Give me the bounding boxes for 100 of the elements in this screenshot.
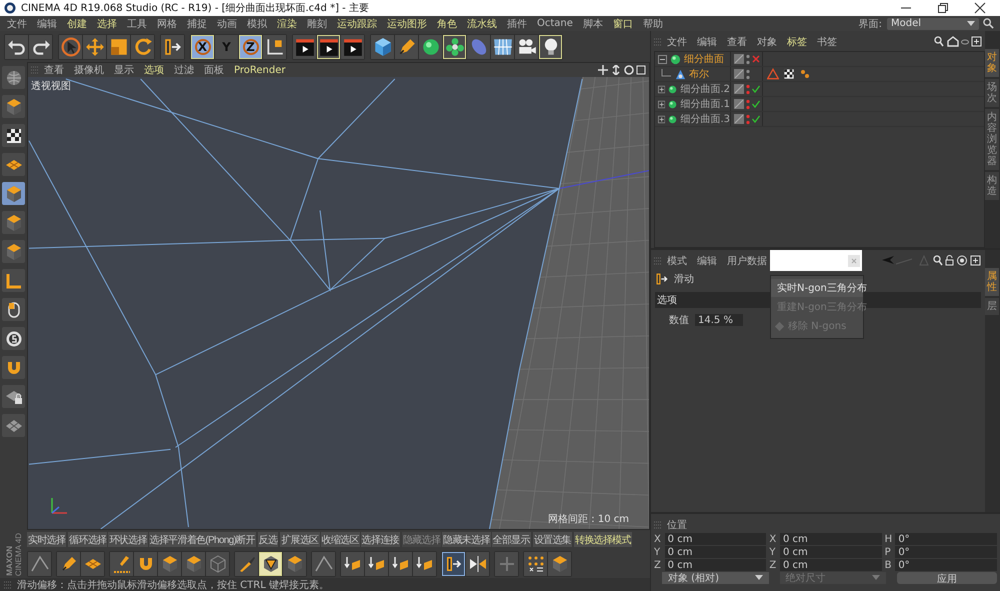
search-icon[interactable] <box>983 18 994 29</box>
tool-button[interactable] <box>57 552 80 576</box>
menu-item[interactable]: Octane <box>532 18 578 29</box>
toolbar-button[interactable] <box>341 34 364 58</box>
coordinate-field[interactable]: 0° <box>895 533 997 545</box>
coordinate-field[interactable]: 0 cm <box>780 546 882 558</box>
menu-item[interactable]: 帮助 <box>638 16 668 30</box>
toolbar-button[interactable] <box>263 34 286 58</box>
menu-item[interactable]: 标签 <box>782 34 812 48</box>
tool-button[interactable] <box>442 552 465 576</box>
tool-button[interactable] <box>548 552 571 576</box>
tool-button[interactable] <box>158 552 181 576</box>
toolbar-button[interactable]: Z <box>239 34 262 58</box>
side-tab[interactable]: 场次 <box>985 79 999 107</box>
toolbar-button[interactable] <box>371 34 394 58</box>
enabled-check-icon[interactable] <box>752 85 760 93</box>
selection-button[interactable]: 反选 <box>258 532 278 547</box>
selection-button[interactable]: 转换选择模式 <box>574 532 632 547</box>
object-name[interactable]: 细分曲面 <box>684 52 724 66</box>
coordinate-field[interactable]: 0 cm <box>664 533 766 545</box>
tool-button[interactable] <box>134 552 157 576</box>
tool-button[interactable] <box>413 552 436 576</box>
toolbar-button[interactable] <box>443 34 466 58</box>
coordinate-field[interactable]: 0 cm <box>664 546 766 558</box>
menu-item[interactable]: 角色 <box>432 16 462 30</box>
tool-button[interactable] <box>341 552 364 576</box>
coordinate-field[interactable]: 0° <box>895 559 997 571</box>
tool-button[interactable] <box>524 552 547 576</box>
coordinate-field[interactable]: 0 cm <box>780 559 882 571</box>
tool-button[interactable] <box>283 552 306 576</box>
toolbar-button[interactable] <box>317 34 340 58</box>
menu-item[interactable]: 插件 <box>502 16 532 30</box>
enabled-check-icon[interactable] <box>752 100 760 108</box>
toolbar-button[interactable] <box>107 34 130 58</box>
visibility-dots-icon[interactable] <box>746 98 750 110</box>
menu-item[interactable]: 模式 <box>662 254 692 268</box>
selection-button[interactable]: 选择连接 <box>360 532 400 547</box>
selection-button[interactable]: 设置选集 <box>532 532 572 547</box>
mode-button[interactable] <box>2 298 25 321</box>
tool-button[interactable] <box>182 552 205 576</box>
toolbar-button[interactable] <box>131 34 154 58</box>
coordinate-field[interactable]: 0° <box>895 546 997 558</box>
viewport-menu-item[interactable]: ProRender <box>229 64 290 76</box>
selection-button[interactable]: 循环选择 <box>68 532 108 547</box>
toolbar-button[interactable] <box>515 34 538 58</box>
restore-icon[interactable] <box>937 2 949 14</box>
selection-button[interactable]: 环状选择 <box>108 532 148 547</box>
menu-item[interactable]: 动画 <box>212 16 242 30</box>
coordinate-mode-dropdown[interactable]: 对象 (相对) <box>662 572 769 584</box>
viewport-menu-item[interactable]: 摄像机 <box>69 63 109 77</box>
mode-button[interactable] <box>2 327 25 350</box>
close-icon[interactable] <box>974 2 986 14</box>
tool-button[interactable] <box>389 552 412 576</box>
menu-item[interactable]: 流水线 <box>462 16 502 30</box>
selection-button[interactable]: 扩展选区 <box>280 532 320 547</box>
toolbar-button[interactable] <box>395 34 418 58</box>
selection-button[interactable]: 收缩选区 <box>320 532 360 547</box>
selection-button[interactable]: 全部显示 <box>492 532 531 547</box>
menu-item[interactable]: 查看 <box>722 34 752 48</box>
tool-button[interactable] <box>81 552 104 576</box>
value-field[interactable]: 14.5 % <box>695 314 743 326</box>
menu-item[interactable]: 渲染 <box>272 16 302 30</box>
manager-tools-icon[interactable] <box>934 36 982 47</box>
tool-button[interactable] <box>365 552 388 576</box>
tool-button[interactable] <box>466 552 489 576</box>
object-name[interactable]: 布尔 <box>689 67 709 81</box>
menu-item[interactable]: 对象 <box>752 34 782 48</box>
menu-item[interactable]: 网格 <box>152 16 182 30</box>
side-tab[interactable]: 属性 <box>985 268 999 296</box>
menu-item[interactable]: 创建 <box>62 16 92 30</box>
selection-button[interactable]: 隐藏未选择 <box>442 532 491 547</box>
viewport-menu-item[interactable]: 过滤 <box>169 63 199 77</box>
viewport-menu-item[interactable]: 选项 <box>139 63 169 77</box>
menu-item[interactable]: 捕捉 <box>182 16 212 30</box>
apply-button[interactable]: 应用 <box>897 572 997 584</box>
toolbar-button[interactable] <box>419 34 442 58</box>
menu-item[interactable]: 编辑 <box>692 254 722 268</box>
toolbar-button[interactable] <box>491 34 514 58</box>
expand-icon[interactable] <box>658 84 666 94</box>
menu-item[interactable]: 窗口 <box>608 16 638 30</box>
enabled-check-icon[interactable] <box>752 115 760 123</box>
interface-dropdown[interactable]: Model <box>887 18 979 30</box>
menu-item[interactable]: 书签 <box>812 34 842 48</box>
selection-button[interactable]: 选择平滑着色(Phong)断开 <box>148 532 256 547</box>
object-name[interactable]: 细分曲面.1 <box>680 97 730 111</box>
menu-item[interactable]: 编辑 <box>692 34 722 48</box>
expand-icon[interactable] <box>658 100 666 108</box>
visibility-dots-icon[interactable] <box>746 54 750 64</box>
toolbar-button[interactable] <box>29 34 52 58</box>
viewport-menu-item[interactable]: 查看 <box>39 63 69 77</box>
menu-item[interactable]: 运动图形 <box>382 16 432 30</box>
side-tab[interactable]: 构造 <box>985 172 999 200</box>
mode-button[interactable] <box>2 385 25 408</box>
menu-item[interactable]: 工具 <box>122 16 152 30</box>
menu-item[interactable]: 运动跟踪 <box>332 16 382 30</box>
object-name[interactable]: 细分曲面.3 <box>680 112 730 126</box>
expand-icon[interactable] <box>658 114 666 124</box>
menu-item[interactable]: 模拟 <box>242 16 272 30</box>
toolbar-button[interactable] <box>539 34 562 58</box>
side-tab[interactable]: 内容浏览器 <box>985 109 999 170</box>
